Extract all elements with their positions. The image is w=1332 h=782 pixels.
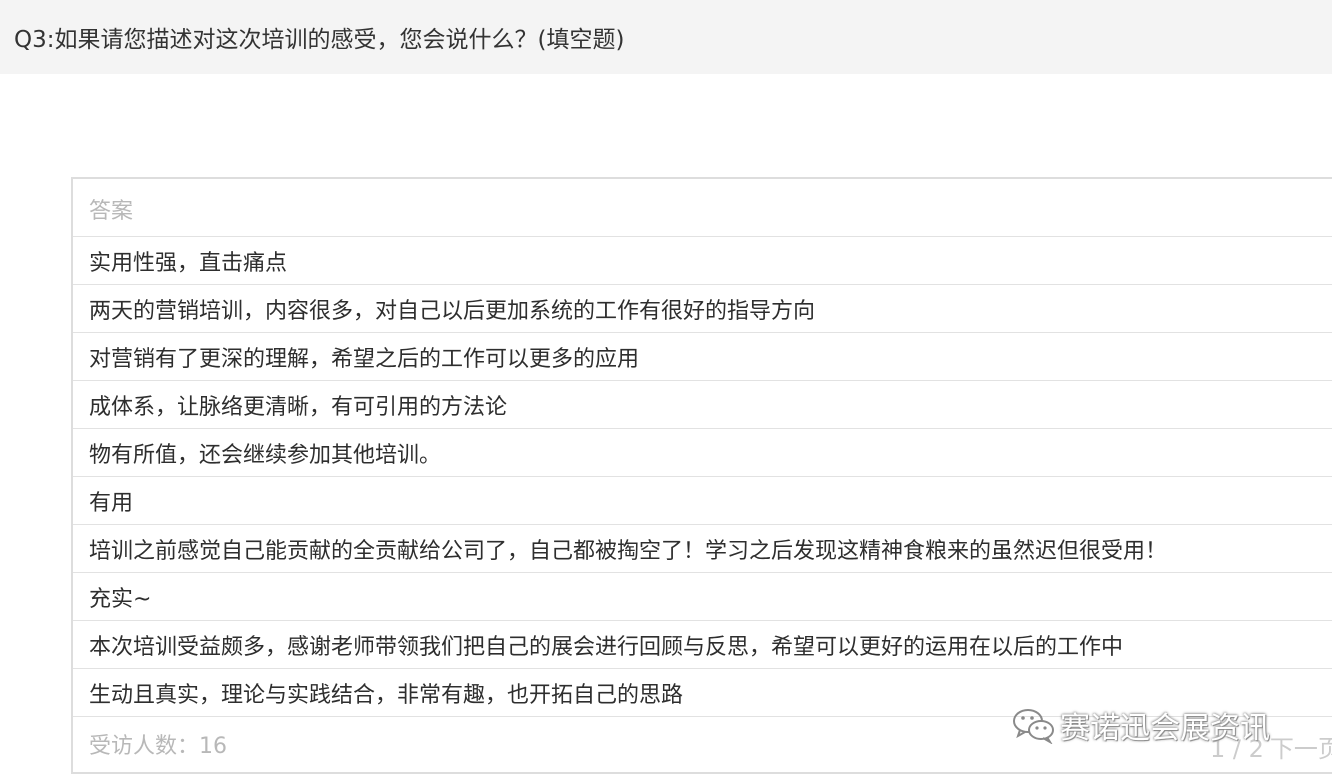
table-row: 两天的营销培训，内容很多，对自己以后更加系统的工作有很好的指导方向 (73, 285, 1332, 333)
table-header-row: 答案 (73, 179, 1332, 237)
question-header: Q3:如果请您描述对这次培训的感受，您会说什么？(填空题) (0, 0, 1332, 74)
next-page-link[interactable]: 下一页 (1270, 735, 1332, 763)
table-row: 培训之前感觉自己能贡献的全贡献给公司了，自己都被掏空了！学习之后发现这精神食粮来… (73, 525, 1332, 573)
answer-column-header: 答案 (89, 198, 134, 224)
answer-text: 物有所值，还会继续参加其他培训。 (89, 442, 442, 468)
answer-text: 两天的营销培训，内容很多，对自己以后更加系统的工作有很好的指导方向 (89, 298, 816, 324)
respondent-count: 受访人数：16 (89, 734, 227, 759)
table-row: 物有所值，还会继续参加其他培训。 (73, 429, 1332, 477)
watermark-text: 赛诺迅会展资讯 (1060, 711, 1270, 746)
answer-text: 培训之前感觉自己能贡献的全贡献给公司了，自己都被掏空了！学习之后发现这精神食粮来… (89, 538, 1168, 564)
answer-text: 生动且真实，理论与实践结合，非常有趣，也开拓自己的思路 (89, 682, 684, 708)
watermark: 赛诺迅会展资讯 (1012, 700, 1270, 750)
answer-text: 成体系，让脉络更清晰，有可引用的方法论 (89, 394, 508, 420)
answer-text: 有用 (89, 490, 134, 516)
answer-text: 实用性强，直击痛点 (89, 250, 288, 276)
answer-table: 答案 实用性强，直击痛点 两天的营销培训，内容很多，对自己以后更加系统的工作有很… (71, 177, 1332, 774)
answer-text: 本次培训受益颇多，感谢老师带领我们把自己的展会进行回顾与反思，希望可以更好的运用… (89, 634, 1124, 660)
table-row: 有用 (73, 477, 1332, 525)
wechat-icon (1013, 709, 1054, 744)
question-title: Q3:如果请您描述对这次培训的感受，您会说什么？(填空题) (14, 27, 625, 53)
table-row: 对营销有了更深的理解，希望之后的工作可以更多的应用 (73, 333, 1332, 381)
answer-text: 充实~ (89, 586, 152, 612)
table-row: 本次培训受益颇多，感谢老师带领我们把自己的展会进行回顾与反思，希望可以更好的运用… (73, 621, 1332, 669)
table-row: 实用性强，直击痛点 (73, 237, 1332, 285)
table-row: 充实~ (73, 573, 1332, 621)
answer-text: 对营销有了更深的理解，希望之后的工作可以更多的应用 (89, 346, 640, 372)
table-row: 成体系，让脉络更清晰，有可引用的方法论 (73, 381, 1332, 429)
